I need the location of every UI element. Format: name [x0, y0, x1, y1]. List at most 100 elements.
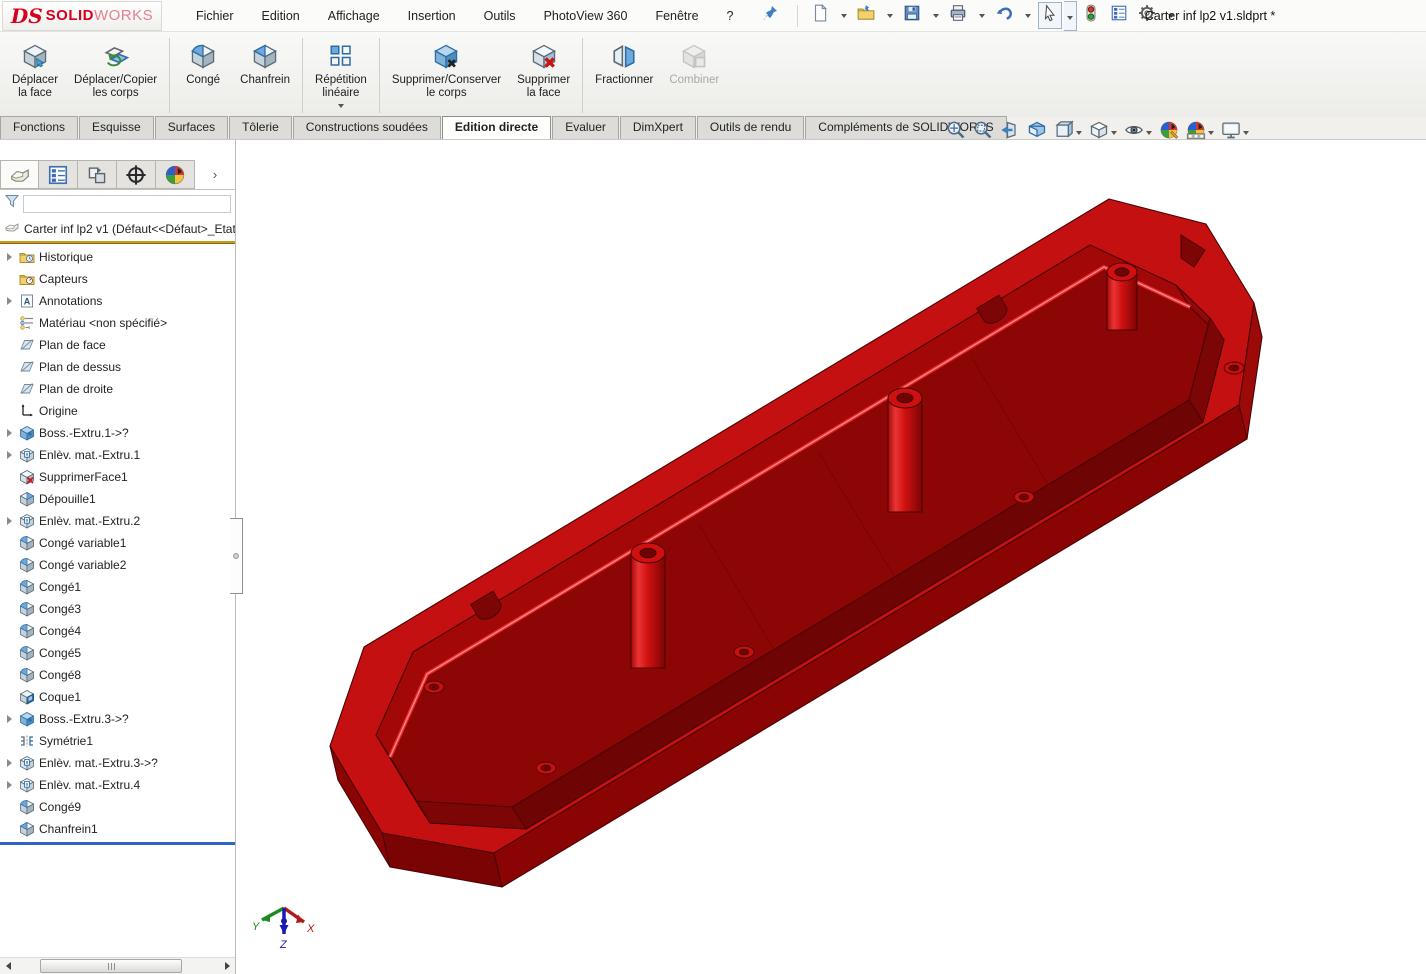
pin-icon[interactable]: [763, 5, 779, 26]
tab-surfaces[interactable]: Surfaces: [154, 116, 229, 139]
panel-splitter-handle[interactable]: [230, 518, 243, 594]
delete-keep-body-button[interactable]: Supprimer/Conserver le corps: [384, 36, 509, 115]
tree-item-plan-de-dessus[interactable]: Plan de dessus: [0, 356, 235, 378]
undo-button[interactable]: [992, 2, 1016, 29]
document-title: Carter inf lp2 v1.sldprt *: [1144, 8, 1276, 23]
tree-item-cong-variable1[interactable]: Congé variable1: [0, 532, 235, 554]
menu-insertion[interactable]: Insertion: [394, 3, 470, 29]
menu-outils[interactable]: Outils: [470, 3, 530, 29]
tree-item-chanfrein1[interactable]: Chanfrein1: [0, 818, 235, 840]
chevron-down-icon[interactable]: [1208, 130, 1214, 135]
tree-item-capteurs[interactable]: Capteurs: [0, 268, 235, 290]
tab-fonctions[interactable]: Fonctions: [0, 116, 79, 139]
delete-face-button[interactable]: Supprimer la face: [509, 36, 578, 115]
tree-item-plan-de-face[interactable]: Plan de face: [0, 334, 235, 356]
tree-item-coque1[interactable]: Coque1: [0, 686, 235, 708]
tree-item-cong-8[interactable]: Congé8: [0, 664, 235, 686]
menu-fichier[interactable]: Fichier: [182, 3, 248, 29]
tree-item-cong-5[interactable]: Congé5: [0, 642, 235, 664]
tree-item-sym-trie1[interactable]: Symétrie1: [0, 730, 235, 752]
tree-item-label: Plan de dessus: [39, 360, 122, 374]
tree-item-label: Capteurs: [39, 272, 88, 286]
tree-item-cong-1[interactable]: Congé1: [0, 576, 235, 598]
open-folder-button[interactable]: [854, 2, 878, 29]
model-carter-part[interactable]: [236, 140, 1426, 974]
linear-pattern-button[interactable]: Répétition linéaire: [307, 36, 375, 115]
expand-arrow-icon[interactable]: [0, 429, 18, 437]
tab-constructions-soud-es[interactable]: Constructions soudées: [292, 116, 441, 139]
viewport-3d[interactable]: X Y Z: [236, 140, 1426, 974]
expand-arrow-icon[interactable]: [0, 253, 18, 261]
move-face-button[interactable]: Déplacer la face: [4, 36, 66, 115]
fillet-button[interactable]: Congé: [174, 36, 232, 115]
expand-arrow-icon[interactable]: [0, 517, 18, 525]
move-copy-bodies-button[interactable]: Déplacer/Copier les corps: [66, 36, 165, 115]
tree-item-enl-v-mat-extru-3-[interactable]: Enlèv. mat.-Extru.3->?: [0, 752, 235, 774]
menu-photoview-360[interactable]: PhotoView 360: [530, 3, 642, 29]
mirror-icon: [18, 733, 35, 749]
tab-dimxpert[interactable]: DimXpert: [619, 116, 696, 139]
chevron-down-icon[interactable]: [337, 104, 344, 108]
scroll-left-arrow-icon[interactable]: [0, 959, 16, 974]
save-button[interactable]: [900, 2, 924, 29]
featuremanager-tab[interactable]: [0, 160, 39, 189]
tree-item-enl-v-mat-extru-2[interactable]: Enlèv. mat.-Extru.2: [0, 510, 235, 532]
menu--[interactable]: ?: [713, 3, 748, 29]
delete-face-tree-icon: [18, 469, 35, 485]
tree-item-annotations[interactable]: A Annotations: [0, 290, 235, 312]
expand-arrow-icon[interactable]: [0, 715, 18, 723]
new-document-dropdown[interactable]: [836, 12, 850, 20]
chevron-down-icon[interactable]: [1243, 130, 1249, 135]
new-document-button[interactable]: [808, 2, 832, 29]
tree-item-label: Boss.-Extru.3->?: [39, 712, 129, 726]
tree-item-enl-v-mat-extru-4[interactable]: Enlèv. mat.-Extru.4: [0, 774, 235, 796]
tree-root-item[interactable]: Carter inf lp2 v1 (Défaut<<Défaut>_Etat: [0, 216, 235, 241]
tree-item-origine[interactable]: Origine: [0, 400, 235, 422]
chevron-down-icon[interactable]: [1146, 130, 1152, 135]
tree-item-label: Chanfrein1: [39, 822, 98, 836]
tab-evaluer[interactable]: Evaluer: [552, 116, 619, 139]
tab-t-lerie[interactable]: Tôlerie: [229, 116, 292, 139]
panel-empty-space: [0, 845, 235, 957]
scroll-right-arrow-icon[interactable]: [219, 959, 235, 974]
panel-horizontal-scrollbar[interactable]: [0, 957, 235, 974]
tab-esquisse[interactable]: Esquisse: [79, 116, 154, 139]
split-icon: [611, 40, 637, 72]
tree-item-boss-extru-3-[interactable]: Boss.-Extru.3->?: [0, 708, 235, 730]
tree-item-boss-extru-1-[interactable]: Boss.-Extru.1->?: [0, 422, 235, 444]
chamfer-button[interactable]: Chanfrein: [232, 36, 298, 115]
expand-arrow-icon[interactable]: [0, 781, 18, 789]
split-button[interactable]: Fractionner: [587, 36, 661, 115]
print-button[interactable]: [946, 2, 970, 29]
menu-edition[interactable]: Edition: [248, 3, 314, 29]
feature-filter-input[interactable]: [23, 194, 231, 213]
expand-arrow-icon[interactable]: [0, 451, 18, 459]
dimxpertmanager-tab[interactable]: [117, 160, 156, 189]
chevron-down-icon[interactable]: [1076, 130, 1082, 135]
tree-item-cong-9[interactable]: Congé9: [0, 796, 235, 818]
tree-item-plan-de-droite[interactable]: Plan de droite: [0, 378, 235, 400]
tree-item-cong-4[interactable]: Congé4: [0, 620, 235, 642]
print-dropdown[interactable]: [974, 12, 988, 20]
tree-item-supprimerface1[interactable]: SupprimerFace1: [0, 466, 235, 488]
expand-arrow-icon[interactable]: [0, 759, 18, 767]
expand-arrow-icon[interactable]: [0, 297, 18, 305]
configurationmanager-tab[interactable]: [78, 160, 117, 189]
manager-tabs-overflow-button[interactable]: ›: [195, 160, 235, 189]
tree-item-historique[interactable]: Historique: [0, 246, 235, 268]
tree-item-d-pouille1[interactable]: Dépouille1: [0, 488, 235, 510]
tree-item-mat-riau-non-sp-cifi-[interactable]: Matériau <non spécifié>: [0, 312, 235, 334]
tab-edition-directe[interactable]: Edition directe: [441, 116, 552, 139]
tree-item-cong-3[interactable]: Congé3: [0, 598, 235, 620]
tree-item-enl-v-mat-extru-1[interactable]: Enlèv. mat.-Extru.1: [0, 444, 235, 466]
chevron-down-icon[interactable]: [1111, 130, 1117, 135]
menu-fen-tre[interactable]: Fenêtre: [641, 3, 712, 29]
scrollbar-thumb[interactable]: [40, 959, 182, 973]
displaymanager-tab[interactable]: [156, 160, 195, 189]
menu-affichage[interactable]: Affichage: [314, 3, 394, 29]
tab-outils-de-rendu[interactable]: Outils de rendu: [696, 116, 805, 139]
tree-item-cong-variable2[interactable]: Congé variable2: [0, 554, 235, 576]
open-folder-dropdown[interactable]: [882, 12, 896, 20]
save-dropdown[interactable]: [928, 12, 942, 20]
propertymanager-tab[interactable]: [39, 160, 78, 189]
